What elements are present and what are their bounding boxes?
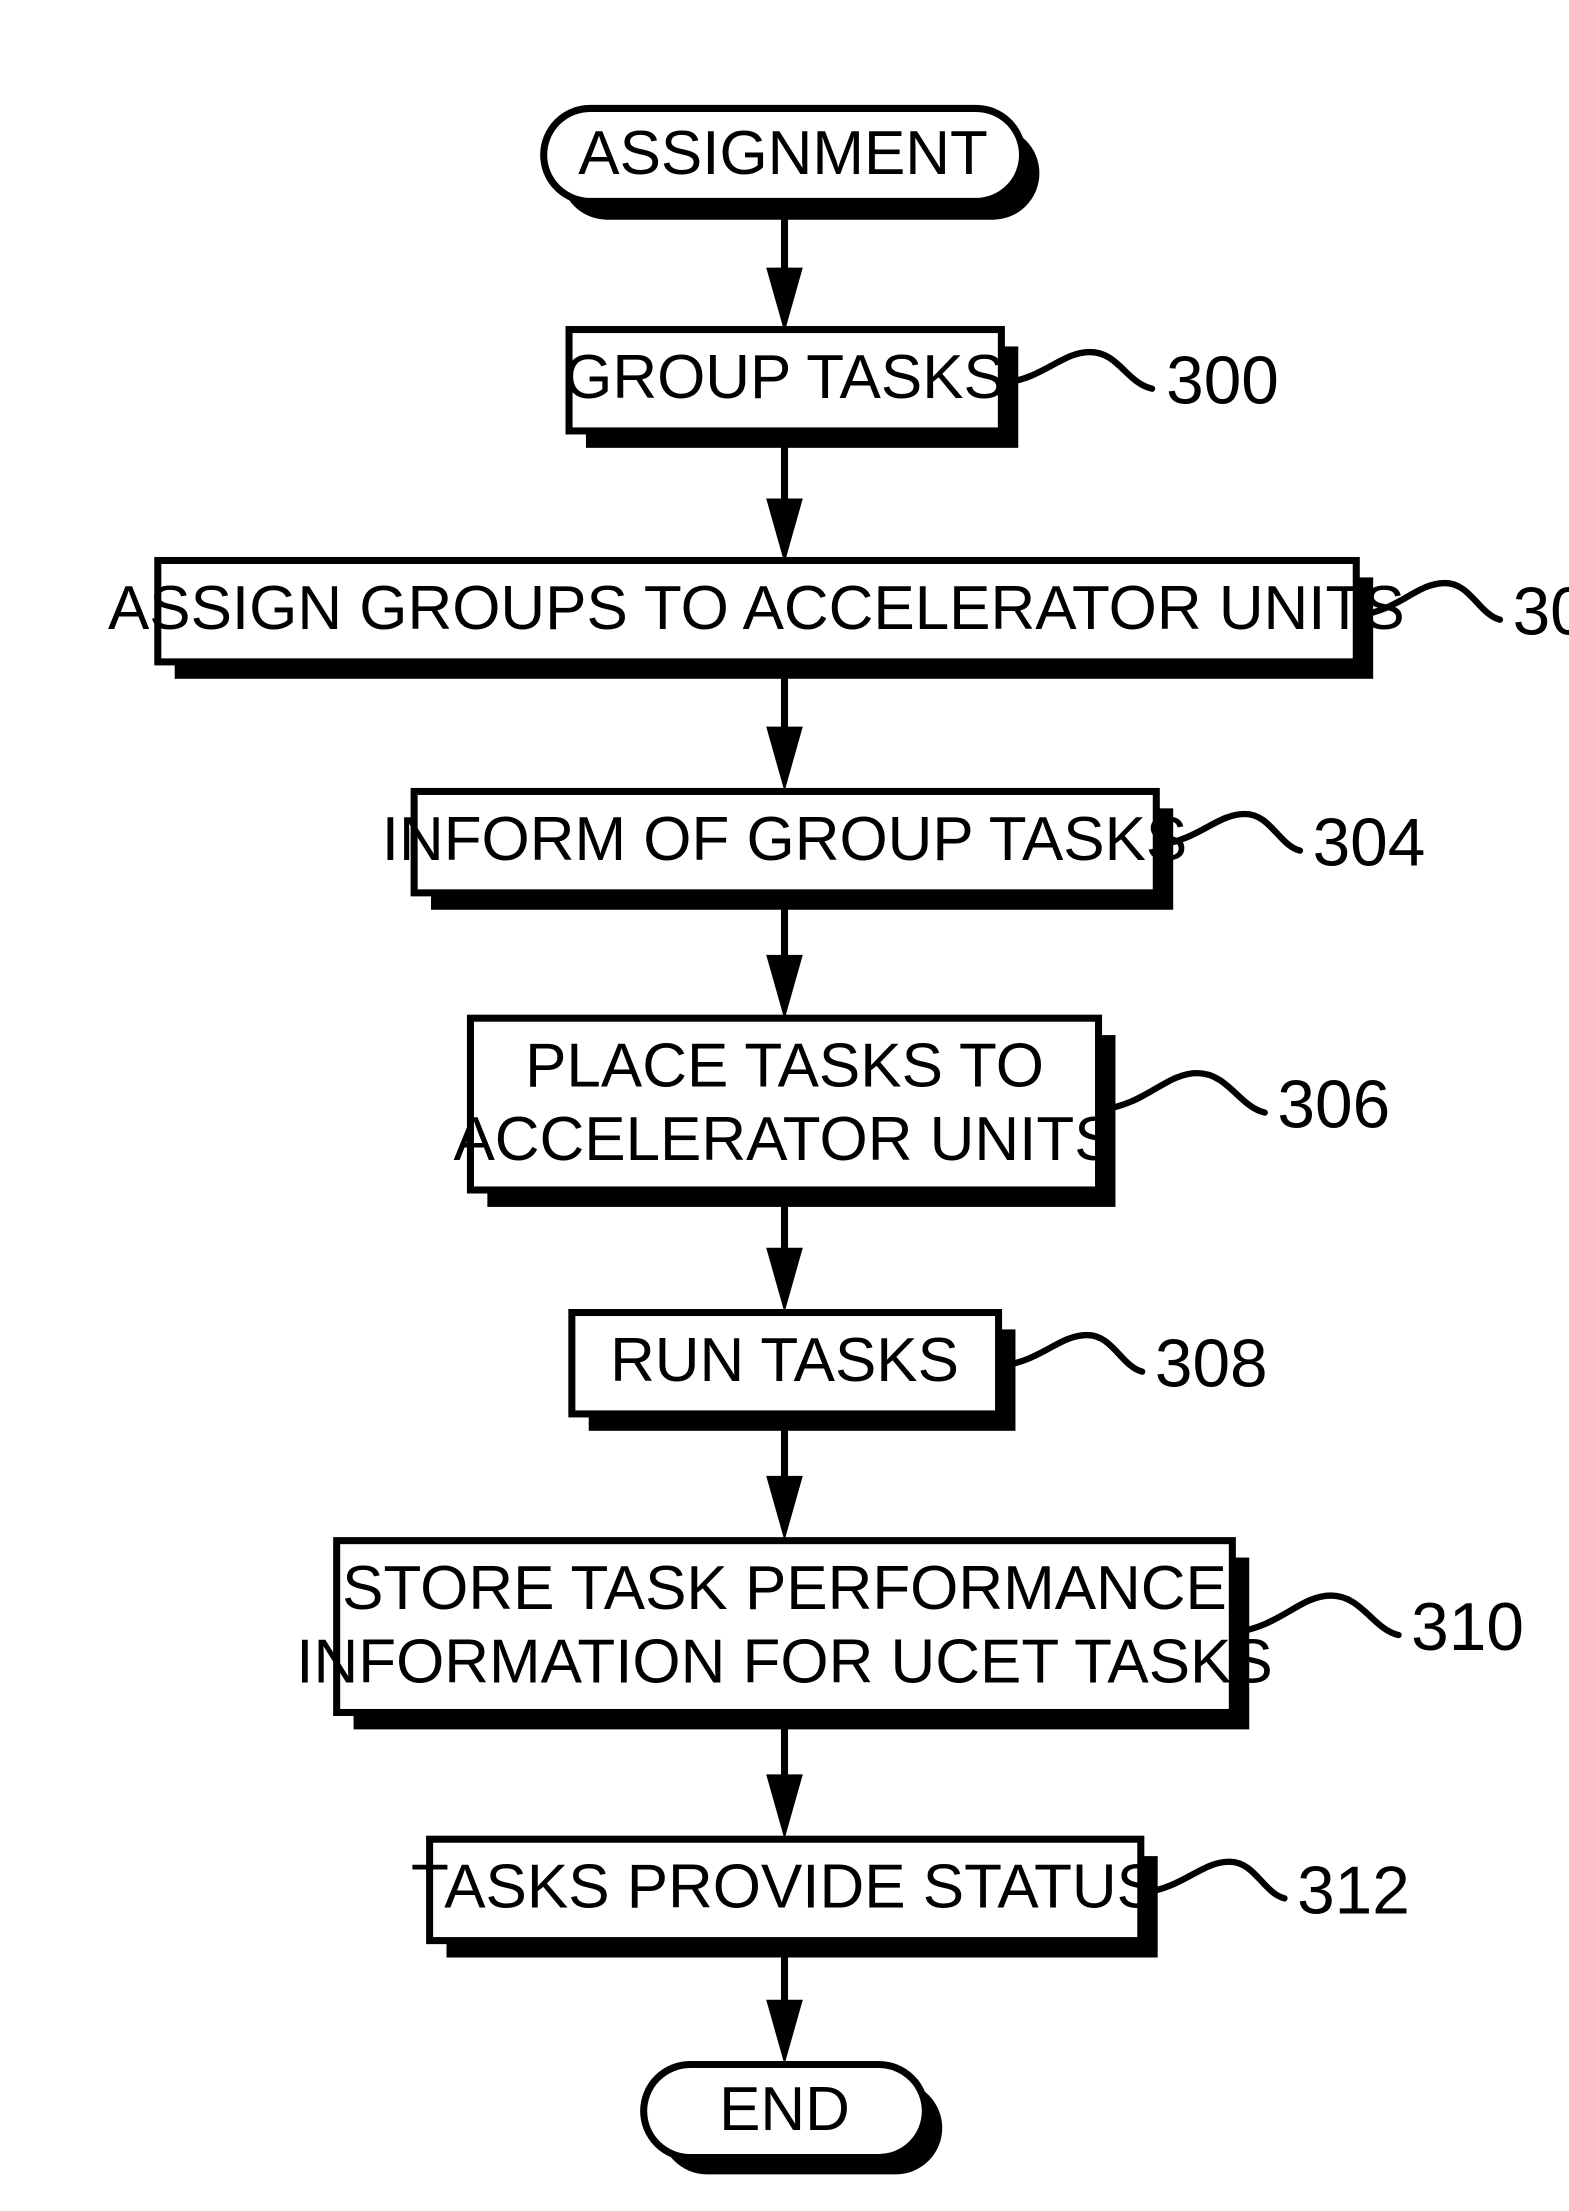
ref-label-312: 312	[1297, 1853, 1410, 1928]
node-run-tasks-label: RUN TASKS	[610, 1326, 959, 1395]
flowchart-figure: ASSIGNMENT GROUP TASKS 300 ASSIGN GROUPS…	[0, 0, 1569, 2211]
ref-label-302: 302	[1513, 575, 1569, 650]
node-assign-groups-label: ASSIGN GROUPS TO ACCELERATOR UNITS	[108, 574, 1405, 643]
connector-310-to-312	[766, 1712, 803, 1840]
node-assignment[interactable]: ASSIGNMENT	[540, 104, 1040, 220]
node-inform-group-tasks-label: INFORM OF GROUP TASKS	[382, 805, 1187, 874]
flowchart-canvas: ASSIGNMENT GROUP TASKS 300 ASSIGN GROUPS…	[108, 104, 1569, 2175]
ref-label-310: 310	[1411, 1590, 1524, 1665]
connector-306-to-308	[766, 1189, 803, 1313]
connector-304-to-306	[766, 891, 803, 1020]
node-end[interactable]: END	[640, 2061, 943, 2175]
node-inform-group-tasks[interactable]: INFORM OF GROUP TASKS	[382, 787, 1187, 910]
node-place-tasks-label-line2: ACCELERATOR UNITS	[453, 1105, 1115, 1174]
node-place-tasks-label-line1: PLACE TASKS TO	[525, 1032, 1044, 1101]
node-tasks-provide-status-label: TASKS PROVIDE STATUS	[411, 1853, 1158, 1922]
ref-label-300: 300	[1166, 344, 1279, 419]
node-store-task-performance[interactable]: STORE TASK PERFORMANCE INFORMATION FOR U…	[296, 1537, 1273, 1730]
ref-label-308: 308	[1155, 1327, 1268, 1402]
node-run-tasks[interactable]: RUN TASKS	[568, 1308, 1016, 1431]
node-assign-groups[interactable]: ASSIGN GROUPS TO ACCELERATOR UNITS	[108, 556, 1405, 679]
node-place-tasks[interactable]: PLACE TASKS TO ACCELERATOR UNITS	[453, 1014, 1116, 1207]
ref-label-304: 304	[1313, 806, 1426, 881]
connector-308-to-310	[766, 1412, 803, 1541]
node-store-task-performance-label-line2: INFORMATION FOR UCET TASKS	[296, 1627, 1272, 1696]
node-group-tasks-label: GROUP TASKS	[564, 343, 1005, 412]
leader-300: 300	[1001, 344, 1279, 419]
leader-312: 312	[1140, 1853, 1410, 1928]
connector-302-to-304	[766, 661, 803, 792]
node-end-label: END	[719, 2075, 850, 2144]
leader-308: 308	[998, 1327, 1268, 1402]
ref-label-306: 306	[1277, 1068, 1390, 1143]
leader-306: 306	[1098, 1068, 1390, 1143]
node-assignment-label: ASSIGNMENT	[578, 119, 988, 188]
node-store-task-performance-label-line1: STORE TASK PERFORMANCE	[342, 1554, 1227, 1623]
node-group-tasks[interactable]: GROUP TASKS	[564, 326, 1019, 448]
connector-312-to-end	[766, 1939, 803, 2065]
connector-300-to-302	[766, 429, 803, 564]
leader-310: 310	[1231, 1590, 1524, 1665]
connector-start-to-300	[766, 201, 803, 333]
node-tasks-provide-status[interactable]: TASKS PROVIDE STATUS	[411, 1835, 1158, 1958]
leader-304: 304	[1155, 806, 1426, 881]
